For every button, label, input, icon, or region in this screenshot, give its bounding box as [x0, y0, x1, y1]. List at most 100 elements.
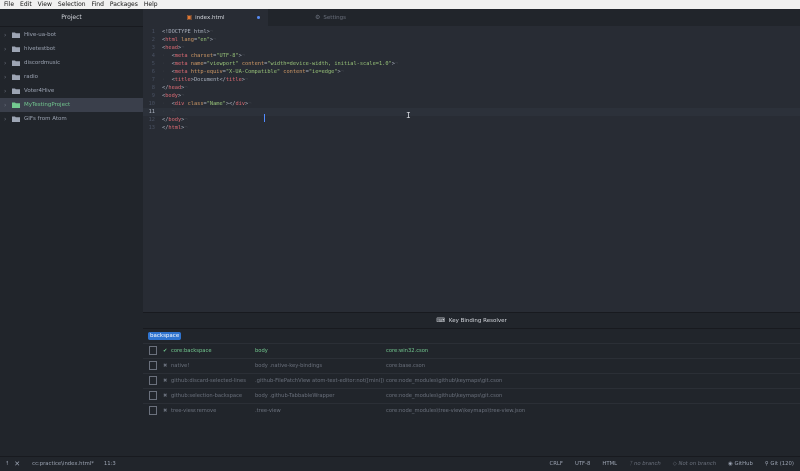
binding-selector: body .github-TabbableWrapper [255, 393, 335, 399]
keyboard-icon: ⌨ [436, 317, 445, 324]
status-cursor-position[interactable]: 11:3 [104, 461, 116, 467]
chevron-right-icon[interactable]: › [4, 88, 12, 95]
tree-folder-label: radio [24, 74, 39, 80]
line-number: 10 [148, 101, 155, 107]
menu-packages[interactable]: Packages [107, 1, 141, 8]
text-cursor [264, 114, 265, 122]
key-binding-resolver-panel: ⌨ Key Binding Resolver backspace ✔ core:b… [143, 312, 800, 457]
x-icon: ✖ [163, 408, 168, 414]
file-icon[interactable] [143, 390, 163, 402]
status-grammar[interactable]: HTML [602, 461, 617, 467]
tab-label: index.html [195, 14, 225, 21]
status-git[interactable]: ⚲ Git (120) [765, 461, 794, 467]
status-line-ending[interactable]: CRLF [550, 461, 563, 467]
settings-gear-icon: ⚙ [315, 14, 321, 21]
binding-command: github:discard-selected-lines [171, 378, 246, 384]
binding-selector: body .native-key-bindings [255, 363, 323, 369]
file-icon[interactable] [143, 375, 163, 387]
binding-command: tree-view:remove [171, 408, 217, 414]
git-icon: ⚲ [764, 461, 769, 467]
code-line: 3 <head>¬ [143, 44, 800, 52]
status-file-path[interactable]: cc:practice\index.html* [32, 461, 94, 467]
tree-folder[interactable]: › GIFs from Atom [0, 112, 143, 126]
github-icon: ◉ [728, 461, 733, 467]
binding-source[interactable]: core:node_modules\github\keymaps\git.cso… [386, 378, 800, 384]
binding-source[interactable]: core:base.cson [386, 363, 800, 369]
line-number: 7 [151, 77, 155, 83]
chevron-right-icon[interactable]: › [4, 60, 12, 67]
line-number: 5 [151, 61, 155, 67]
branch-icon: ᛉ [629, 461, 633, 467]
code-line: 8 </head>¬ [143, 84, 800, 92]
code-line: 4 · <meta charset="UTF-8">¬ [143, 52, 800, 60]
binding-source[interactable]: core:win32.cson [386, 348, 800, 354]
menu-selection[interactable]: Selection [55, 1, 89, 8]
ibeam-cursor-icon: I [406, 111, 411, 120]
binding-source[interactable]: core:node_modules\tree-view\keymaps\tree… [386, 408, 800, 414]
folder-icon [12, 88, 20, 94]
code-line-current: 11 · ¬ [143, 108, 800, 116]
status-not-on-branch[interactable]: ◇ Not on branch [673, 461, 716, 467]
status-bar: 🠕 ✕ cc:practice\index.html* 11:3 CRLF UT… [0, 456, 800, 471]
binding-row: ✖ native! body .native-key-bindings core:ba… [143, 358, 800, 373]
folder-icon [12, 74, 20, 80]
status-branch[interactable]: ᛉ no branch [629, 461, 661, 467]
status-github[interactable]: ◉ GitHub [728, 461, 753, 467]
code-line: 6 · <meta http-equiv="X-UA-Compatible" co… [143, 68, 800, 76]
file-icon[interactable] [143, 405, 163, 417]
binding-row: ✖ github:discard-selected-lines .github-Fi… [143, 373, 800, 388]
status-encoding[interactable]: UTF-8 [575, 461, 590, 467]
file-icon[interactable] [143, 360, 163, 372]
tree-folder[interactable]: › hivetestbot [0, 42, 143, 56]
binding-selector: body [255, 348, 268, 354]
line-number: 6 [151, 69, 155, 75]
code-line: 10 · <div class="Name"></div>¬ [143, 100, 800, 108]
line-number: 12 [148, 117, 155, 123]
tree-folder[interactable]: › radio [0, 70, 143, 84]
tab-index-html[interactable]: ▣ index.html [143, 9, 268, 26]
tree-header[interactable]: Project [0, 9, 143, 27]
menu-file[interactable]: File [0, 1, 17, 8]
tree-folder[interactable]: › Hive-ua-bot [0, 28, 143, 42]
code-line: 12 </body>¬ [143, 116, 800, 124]
menu-help[interactable]: Help [141, 1, 161, 8]
menu-find[interactable]: Find [89, 1, 107, 8]
x-icon: ✖ [163, 363, 168, 369]
code-line: 7 · <title>Document</title>¬ [143, 76, 800, 84]
arrow-up-icon[interactable]: 🠕 [6, 460, 8, 469]
binding-source[interactable]: core:node_modules\github\keymaps\git.cso… [386, 393, 800, 399]
binding-selector: .tree-view [255, 408, 281, 414]
code-line: 1 <!DOCTYPE html>¬ [143, 28, 800, 36]
x-icon: ✖ [163, 378, 168, 384]
line-number: 4 [151, 53, 155, 59]
tree-folder-label: hivetestbot [24, 46, 56, 52]
menu-edit[interactable]: Edit [17, 1, 35, 8]
close-icon[interactable]: ✕ [14, 460, 20, 468]
repo-icon: ◇ [672, 461, 677, 467]
tab-label: Settings [323, 14, 346, 21]
chevron-right-icon[interactable]: › [4, 116, 12, 123]
tree-folder[interactable]: › MyTestingProject [0, 98, 143, 112]
binding-selector: .github-FilePatchView atom-text-editor:n… [255, 378, 385, 384]
line-number: 3 [151, 45, 155, 51]
chevron-right-icon[interactable]: › [4, 102, 12, 109]
line-number: 11 [148, 109, 155, 115]
modified-dot-icon[interactable] [257, 16, 260, 19]
tree-folder[interactable]: › Voter4Hive [0, 84, 143, 98]
chevron-right-icon[interactable]: › [4, 74, 12, 81]
tree-folder-label: discordmusic [24, 60, 61, 66]
tree-folder-label: GIFs from Atom [24, 116, 67, 122]
code-editor[interactable]: 1 <!DOCTYPE html>¬ 2 <html lang="en">¬ 3 <h… [143, 26, 800, 312]
resolver-title: Key Binding Resolver [448, 317, 507, 324]
binding-row: ✔ core:backspace body core:win32.cson [143, 343, 800, 358]
html-file-icon: ▣ [186, 14, 193, 21]
chevron-right-icon[interactable]: › [4, 32, 12, 39]
tab-settings[interactable]: ⚙ Settings [268, 9, 393, 26]
binding-row: ✖ github:selection-backspace body .github-… [143, 388, 800, 403]
code-line: 13 </html>¬ [143, 124, 800, 132]
tree-folder[interactable]: › discordmusic [0, 56, 143, 70]
tree-folder-label: MyTestingProject [24, 102, 71, 108]
menu-view[interactable]: View [35, 1, 55, 8]
chevron-right-icon[interactable]: › [4, 46, 12, 53]
file-icon[interactable] [143, 345, 163, 357]
